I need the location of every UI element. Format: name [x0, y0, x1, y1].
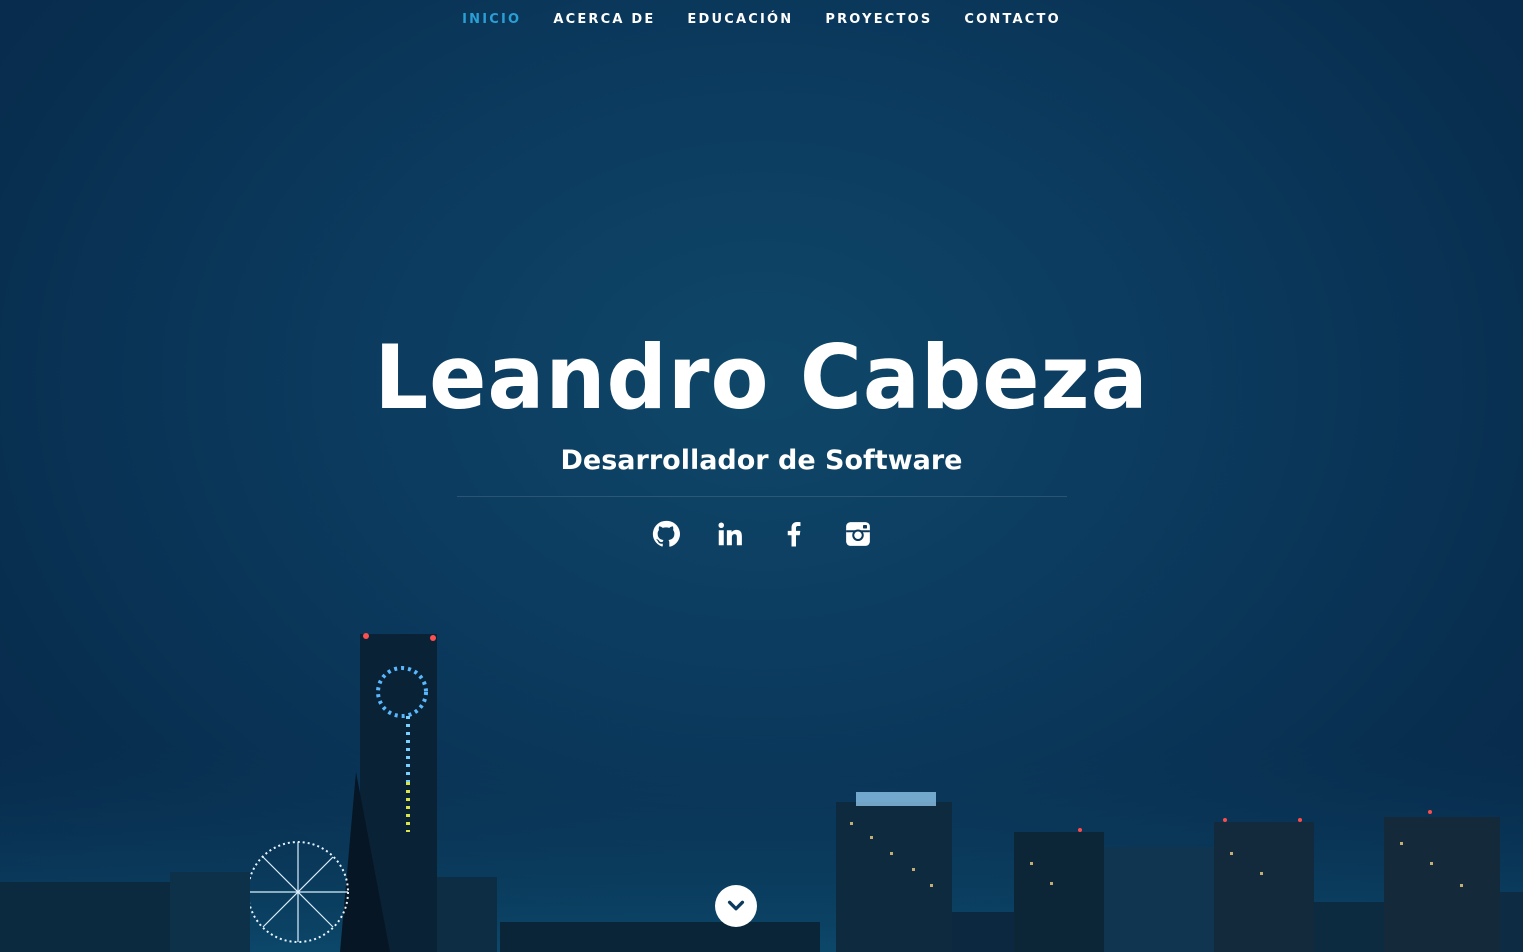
hero-section: Leandro Cabeza Desarrollador de Software — [0, 326, 1523, 549]
instagram-icon — [845, 521, 870, 546]
nav-item-educacion[interactable]: EDUCACIÓN — [671, 0, 809, 42]
hero-name: Leandro Cabeza — [374, 326, 1149, 429]
nav-item-contacto[interactable]: CONTACTO — [948, 0, 1076, 42]
facebook-link[interactable] — [779, 519, 809, 549]
main-navigation: INICIO ACERCA DE EDUCACIÓN PROYECTOS CON… — [0, 0, 1523, 42]
chevron-down-icon — [727, 900, 745, 911]
linkedin-icon — [718, 522, 742, 546]
github-icon — [652, 520, 680, 547]
social-links — [0, 519, 1523, 549]
hero-subtitle: Desarrollador de Software — [560, 444, 963, 476]
instagram-link[interactable] — [843, 519, 873, 549]
scroll-down-button[interactable] — [715, 885, 757, 927]
facebook-icon — [787, 521, 800, 547]
nav-item-acerca-de[interactable]: ACERCA DE — [537, 0, 671, 42]
city-skyline-image — [0, 633, 1523, 952]
nav-item-inicio[interactable]: INICIO — [446, 0, 537, 42]
hero-divider — [456, 495, 1067, 497]
linkedin-link[interactable] — [715, 519, 745, 549]
nav-item-proyectos[interactable]: PROYECTOS — [809, 0, 948, 42]
github-link[interactable] — [651, 519, 681, 549]
